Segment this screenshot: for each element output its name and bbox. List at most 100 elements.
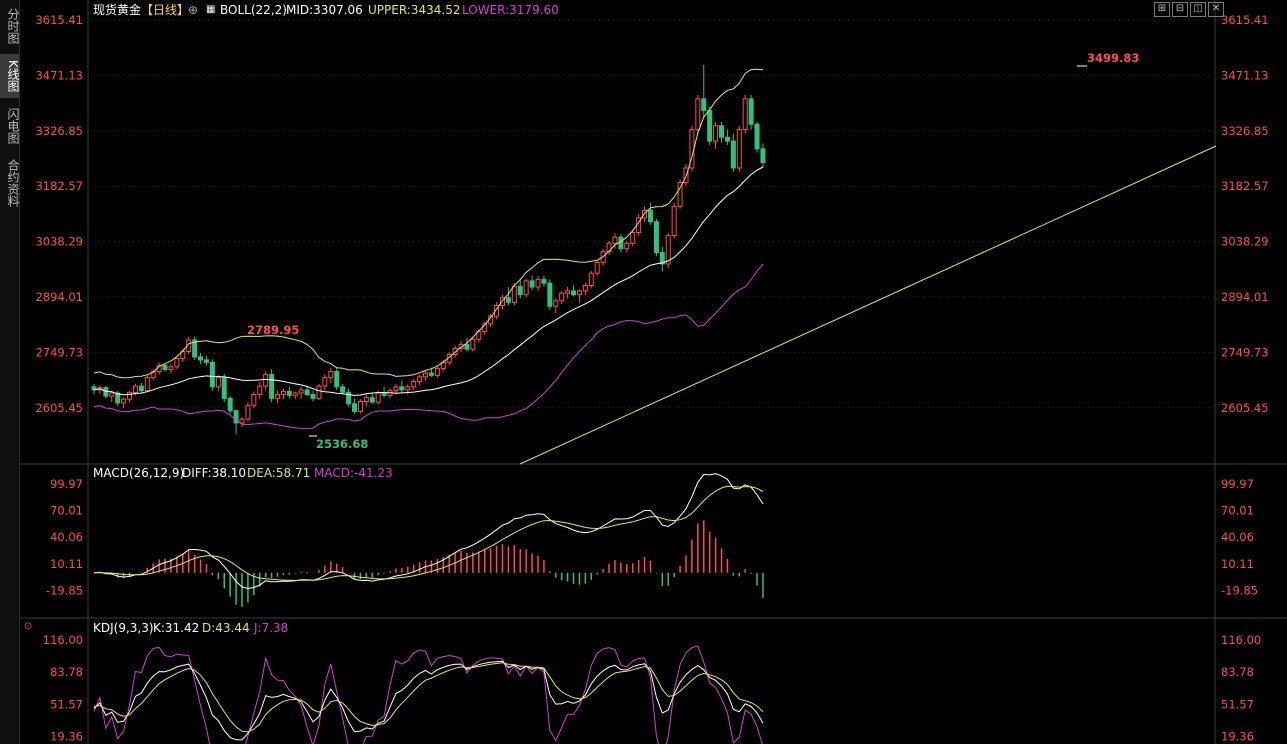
tab-kline[interactable]: K线图 — [0, 54, 20, 98]
candle-body — [363, 397, 369, 402]
add-indicator-icon[interactable]: ⊕ — [188, 3, 198, 17]
candle-body — [517, 285, 523, 296]
candle-body — [760, 148, 766, 164]
candle-body — [405, 386, 411, 391]
candle-body — [707, 109, 713, 142]
tab-intraday[interactable]: 分时图 — [0, 4, 20, 48]
boll-upper-value: UPPER:3434.52 — [368, 3, 461, 17]
candle-body — [209, 361, 215, 388]
candle-body — [203, 359, 209, 363]
candle-body — [375, 392, 381, 403]
price-axis-label-left: 2605.45 — [35, 401, 83, 415]
candle-body — [588, 272, 594, 286]
price-axis-label-left: 3615.41 — [35, 13, 83, 27]
local-high-annotation: 2789.95 — [247, 323, 299, 337]
kdj-axis-label-left: 51.57 — [50, 697, 83, 711]
candle-body — [334, 370, 340, 388]
price-axis-label-right: 2605.45 — [1221, 401, 1269, 415]
candle-body — [399, 386, 405, 391]
candle-body — [748, 98, 754, 125]
price-axis-label-right: 3326.85 — [1221, 124, 1269, 138]
symbol-title: 现货黄金 — [93, 3, 142, 17]
candle-body — [470, 338, 476, 350]
price-axis-label-left: 3471.13 — [35, 68, 83, 82]
candle-body — [701, 98, 707, 111]
macd-histogram-value: MACD:-41.23 — [314, 466, 393, 480]
price-axis-label-right: 2749.73 — [1221, 345, 1269, 359]
candle-body — [565, 290, 571, 294]
high-price-annotation: 3499.83 — [1087, 51, 1139, 65]
price-axis-label-right: 3471.13 — [1221, 68, 1269, 82]
candle-body — [292, 392, 298, 396]
kdj-j-value: J:7.38 — [254, 621, 289, 635]
candle-body — [198, 356, 204, 361]
candle-body — [310, 394, 316, 399]
candle-body — [428, 372, 434, 376]
candle-body — [174, 357, 180, 368]
candle-body — [535, 278, 541, 288]
candle-body — [742, 98, 748, 131]
macd-axis-label-left: 70.01 — [50, 504, 83, 518]
macd-axis-label-left: -19.85 — [46, 583, 83, 597]
candle-body — [103, 387, 109, 397]
shrink-icon[interactable]: ⊟ — [1172, 2, 1188, 17]
kdj-k-value: K:31.42 — [153, 621, 200, 635]
candle-body — [316, 385, 322, 399]
indicator-menu-icon[interactable]: ▦ — [206, 3, 215, 17]
candle-body — [127, 392, 133, 400]
candle-body — [322, 377, 328, 387]
candle-body — [357, 400, 363, 412]
candle-body — [671, 205, 677, 237]
candle-body — [434, 367, 440, 376]
macd-diff-value: DIFF:38.10 — [182, 466, 247, 480]
restore-icon[interactable]: ◫ — [1190, 2, 1206, 17]
kdj-settings-icon[interactable]: ⊙ — [24, 620, 32, 634]
candle-body — [624, 242, 630, 250]
candle-body — [612, 236, 618, 244]
price-axis-label-right: 3615.41 — [1221, 13, 1269, 27]
price-axis-label-left: 3182.57 — [35, 179, 83, 193]
candle-body — [381, 392, 387, 396]
candle-body — [245, 404, 251, 420]
tab-flash[interactable]: 闪电图 — [0, 104, 20, 148]
candle-body — [464, 344, 470, 350]
close-icon[interactable]: ✕ — [1208, 2, 1224, 17]
kdj-axis-label-left: 116.00 — [43, 633, 83, 647]
candle-body — [547, 282, 553, 307]
period-label[interactable]: 【日线】 — [141, 3, 189, 17]
boll-lower-value: LOWER:3179.60 — [462, 3, 559, 17]
macd-axis-label-right: 70.01 — [1221, 504, 1254, 518]
candle-body — [582, 284, 588, 292]
candle-body — [215, 377, 221, 388]
candle-body — [280, 390, 286, 396]
low-price-annotation: 2536.68 — [316, 437, 368, 451]
tab-contract-info[interactable]: 合约资料 — [0, 154, 20, 212]
price-axis-label-left: 2749.73 — [35, 345, 83, 359]
candle-body — [393, 386, 399, 392]
chart-mode-sidebar: 分时图 K线图 闪电图 合约资料 — [0, 0, 20, 744]
candle-body — [523, 280, 529, 296]
expand-icon[interactable]: ⊞ — [1154, 2, 1170, 17]
candle-body — [162, 364, 168, 371]
candle-body — [730, 140, 736, 169]
candle-body — [653, 221, 659, 253]
candle-body — [647, 209, 653, 223]
kdj-axis-label-left: 19.36 — [50, 730, 83, 744]
macd-axis-label-right: 40.06 — [1221, 530, 1254, 544]
price-axis-label-right: 3038.29 — [1221, 235, 1269, 249]
price-axis-label-right: 2894.01 — [1221, 290, 1269, 304]
candle-body — [239, 418, 245, 424]
candle-body — [724, 136, 730, 142]
candle-body — [168, 366, 174, 371]
candle-body — [351, 403, 357, 412]
macd-axis-label-left: 10.11 — [50, 557, 83, 571]
candle-body — [736, 129, 742, 169]
macd-axis-label-left: 99.97 — [50, 477, 83, 491]
price-axis-label-right: 3182.57 — [1221, 179, 1269, 193]
candle-body — [275, 394, 281, 399]
candle-body — [263, 374, 269, 387]
candle-body — [304, 389, 310, 396]
candle-body — [411, 380, 417, 388]
candle-body — [109, 392, 115, 397]
kdj-d-value: D:43.44 — [202, 621, 250, 635]
